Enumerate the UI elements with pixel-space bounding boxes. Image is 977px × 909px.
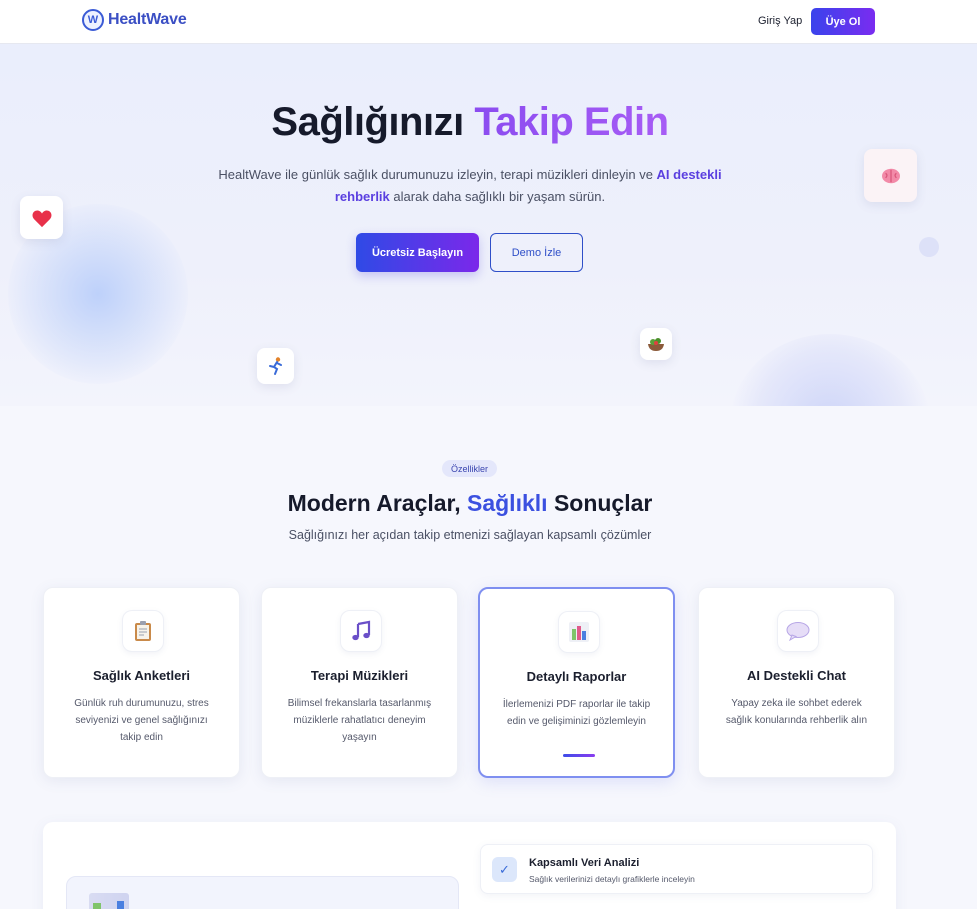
- watch-demo-button[interactable]: Demo İzle: [490, 233, 583, 272]
- analytics-preview-panel: ✓ Kapsamlı Veri Analizi Sağlık verilerin…: [43, 822, 896, 909]
- card-title: Terapi Müzikleri: [310, 668, 409, 683]
- card-desc: Bilimsel frekanslarla tasarlanmış müzikl…: [287, 698, 432, 743]
- hero-title-main: Sağlığınızı: [271, 100, 464, 144]
- brain-icon: [864, 149, 917, 202]
- salad-icon: [640, 328, 672, 360]
- signup-button[interactable]: Üye Ol: [811, 8, 875, 35]
- navbar: W HealtWave Giriş Yap Üye Ol: [0, 0, 977, 44]
- feature-card-music[interactable]: Terapi Müzikleri Bilimsel frekanslarla t…: [261, 587, 458, 778]
- features-subtitle: Sağlığınızı her açıdan takip etmenizi sa…: [288, 528, 652, 542]
- clipboard-icon: [122, 610, 164, 652]
- decorative-blob-right: [730, 334, 930, 406]
- feature-card-surveys[interactable]: Sağlık Anketleri Günlük ruh durumunuzu, …: [43, 587, 240, 778]
- card-title: Detaylı Raporlar: [526, 669, 627, 684]
- feature-card-chat[interactable]: AI Destekli Chat Yapay zeka ile sohbet e…: [698, 587, 895, 778]
- dashboard-preview: [66, 876, 459, 909]
- dashboard-thumbnail-icon: [89, 893, 129, 909]
- chat-icon: [777, 610, 819, 652]
- hero-section: Sağlığınızı Takip Edin HealtWave ile gün…: [0, 44, 977, 406]
- card-title: Sağlık Anketleri: [92, 668, 191, 683]
- chart-icon: [558, 611, 600, 653]
- feature-item-desc: Sağlık verilerinizi detaylı grafiklerle …: [529, 874, 695, 884]
- login-link[interactable]: Giriş Yap: [758, 15, 802, 27]
- card-title: AI Destekli Chat: [747, 668, 846, 683]
- card-desc: Günlük ruh durumunuzu, stres seviyenizi …: [74, 698, 209, 743]
- features-title-part1: Modern Araçlar,: [287, 490, 461, 516]
- music-icon: [340, 610, 382, 652]
- brand-logo-icon: W: [82, 9, 104, 31]
- hero-title: Sağlığınızı Takip Edin: [0, 100, 940, 145]
- features-title: Modern Araçlar, Sağlıklı Sonuçlar: [0, 490, 940, 517]
- feature-card-reports[interactable]: Detaylı Raporlar İlerlemenizi PDF raporl…: [478, 587, 675, 778]
- start-free-button[interactable]: Ücretsiz Başlayın: [356, 233, 479, 272]
- brand-name: HealtWave: [108, 11, 187, 28]
- feature-item-title: Kapsamlı Veri Analizi: [529, 857, 640, 869]
- feature-item-data-analysis: ✓ Kapsamlı Veri Analizi Sağlık verilerin…: [480, 844, 873, 894]
- heart-icon: [20, 196, 63, 239]
- active-indicator: [563, 754, 595, 757]
- hero-title-accent: Takip Edin: [474, 100, 669, 144]
- card-desc: İlerlemenizi PDF raporlar ile takip edin…: [502, 699, 651, 727]
- hero-subtitle-part2: alarak daha sağlıklı bir yaşam sürün.: [393, 189, 606, 204]
- features-section: Özellikler Modern Araçlar, Sağlıklı Sonu…: [0, 406, 977, 909]
- features-title-accent: Sağlıklı: [467, 490, 548, 516]
- hero-subtitle: HealtWave ile günlük sağlık durumunuzu i…: [205, 164, 735, 208]
- features-title-part2: Sonuçlar: [553, 490, 653, 516]
- runner-icon: [257, 348, 294, 384]
- features-pill: Özellikler: [442, 460, 497, 477]
- hero-subtitle-part1: HealtWave ile günlük sağlık durumunuzu i…: [218, 167, 653, 182]
- brand[interactable]: W HealtWave: [82, 9, 187, 31]
- card-desc: Yapay zeka ile sohbet ederek sağlık konu…: [725, 698, 868, 726]
- decorative-dot: [919, 237, 939, 257]
- check-icon: ✓: [492, 857, 517, 882]
